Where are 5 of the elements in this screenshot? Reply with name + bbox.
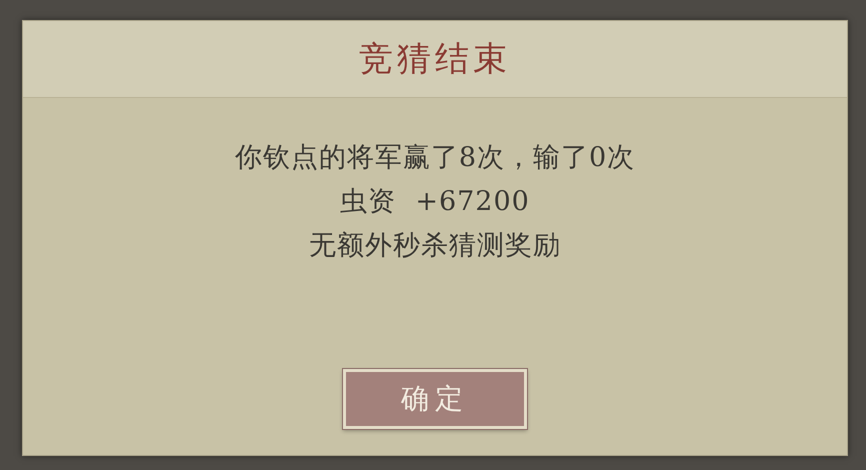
result-text: 你钦点的将军赢了8次，输了0次	[234, 141, 636, 175]
dialog-title: 竞猜结束	[359, 38, 511, 81]
confirm-button[interactable]: 确定	[343, 369, 527, 429]
result-text: 无额外秒杀猜测奖励	[309, 229, 561, 263]
result-text: 虫资 +67200	[340, 185, 530, 219]
